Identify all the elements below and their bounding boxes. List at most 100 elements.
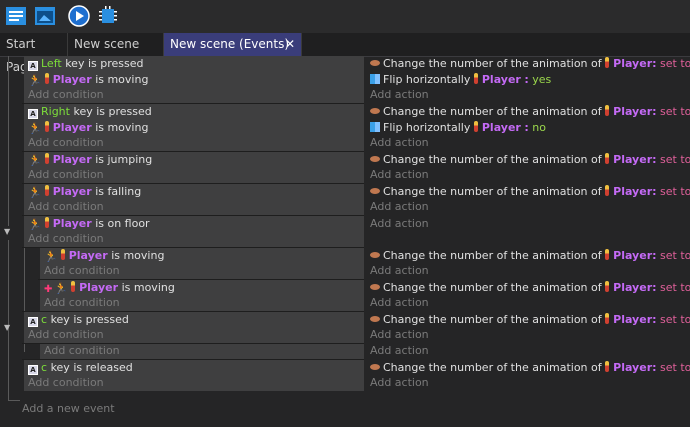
player-object-icon	[44, 185, 49, 196]
condition-text: key is pressed	[65, 57, 144, 70]
colon: :	[524, 73, 529, 86]
keyboard-key-icon: A	[28, 317, 38, 327]
player-object-icon	[605, 185, 610, 196]
operator: set to	[660, 361, 690, 374]
action-change-animation[interactable]: Change the number of the animation of Pl…	[370, 152, 690, 168]
collapse-arrow-icon[interactable]: ▼	[4, 227, 10, 236]
add-action-link[interactable]: Add action	[370, 343, 429, 359]
add-action-link[interactable]: Add action	[370, 199, 429, 215]
add-condition-link[interactable]: Add condition	[28, 199, 104, 215]
action-text: Change the number of the animation of	[383, 249, 602, 262]
add-action-link[interactable]: Add action	[370, 167, 429, 183]
action-text: Change the number of the animation of	[383, 105, 602, 118]
add-condition-link[interactable]: Add condition	[28, 167, 104, 183]
action-change-animation[interactable]: Change the number of the animation of Pl…	[370, 56, 690, 72]
operator: set to	[660, 153, 690, 166]
add-condition-link[interactable]: Add condition	[28, 231, 104, 247]
add-action-link[interactable]: Add action	[370, 135, 429, 151]
condition-player-moving[interactable]: 🏃 Player is moving	[44, 248, 164, 264]
add-action-link[interactable]: Add action	[370, 295, 429, 311]
add-action-link[interactable]: Add action	[370, 327, 429, 343]
event-jumping-conditions[interactable]: 🏃 Player is jumping Add condition	[24, 152, 364, 183]
add-action-link[interactable]: Add action	[370, 375, 429, 391]
condition-left-pressed[interactable]: A Left key is pressed	[28, 56, 143, 72]
subevent-empty-conditions[interactable]: Add condition	[40, 344, 364, 359]
action-change-animation[interactable]: Change the number of the animation of Pl…	[370, 104, 690, 120]
condition-player-moving[interactable]: 🏃 Player is moving	[28, 72, 148, 88]
condition-c-released[interactable]: Ac key is released	[28, 360, 133, 376]
condition-text: is moving	[111, 249, 165, 262]
player-object-icon	[44, 121, 49, 132]
add-condition-link[interactable]: Add condition	[44, 343, 120, 359]
action-flip-horizontal[interactable]: Flip horizontally Player : no	[370, 120, 546, 136]
condition-player-falling[interactable]: 🏃 Player is falling	[28, 184, 141, 200]
add-condition-link[interactable]: Add condition	[44, 295, 120, 311]
add-condition-link[interactable]: Add condition	[28, 87, 104, 103]
animation-eye-icon	[370, 252, 380, 258]
collapse-arrow-icon[interactable]: ▼	[4, 323, 10, 332]
scene-window-icon[interactable]	[33, 4, 57, 28]
condition-player-on-floor[interactable]: 🏃 Player is on floor	[28, 216, 150, 232]
object-name: Player	[68, 249, 108, 262]
tab-start-page[interactable]: Start Page	[0, 33, 68, 74]
animation-eye-icon	[370, 364, 380, 370]
close-tab-icon[interactable]: ✕	[285, 33, 295, 56]
event-falling-conditions[interactable]: 🏃 Player is falling Add condition	[24, 184, 364, 215]
player-object-icon	[44, 153, 49, 164]
player-object-icon	[605, 281, 610, 292]
play-preview-icon[interactable]	[67, 4, 91, 28]
tab-new-scene-events[interactable]: New scene (Events) ✕	[164, 33, 302, 56]
colon: :	[652, 249, 657, 262]
add-action-link[interactable]: Add action	[370, 216, 429, 232]
condition-player-jumping[interactable]: 🏃 Player is jumping	[28, 152, 152, 168]
player-object-icon	[605, 57, 610, 68]
animation-eye-icon	[370, 156, 380, 162]
action-change-animation[interactable]: Change the number of the animation of Pl…	[370, 184, 690, 200]
condition-text: key is pressed	[73, 105, 152, 118]
action-change-animation[interactable]: Change the number of the animation of Pl…	[370, 248, 690, 264]
action-text: Flip horizontally	[383, 121, 471, 134]
add-condition-link[interactable]: Add condition	[44, 263, 120, 279]
event-left-conditions[interactable]: A Left key is pressed 🏃 Player is moving A…	[24, 56, 364, 103]
event-on-floor-conditions[interactable]: 🏃 Player is on floor Add condition	[24, 216, 364, 247]
object-name: Player	[52, 73, 92, 86]
key-name: Left	[41, 57, 62, 70]
condition-text: is jumping	[95, 153, 153, 166]
add-condition-link[interactable]: Add condition	[28, 327, 104, 343]
add-condition-link[interactable]: Add condition	[28, 375, 104, 391]
key-name: c	[41, 313, 48, 326]
value: no	[532, 121, 546, 134]
add-condition-link[interactable]: Add condition	[28, 135, 104, 151]
tab-label: New scene (Events)	[170, 37, 290, 51]
event-c-released-conditions[interactable]: Ac key is released Add condition	[24, 360, 364, 391]
object-name: Player	[481, 121, 521, 134]
subevent-not-moving-conditions[interactable]: ✚ 🏃 Player is moving Add condition	[40, 280, 364, 311]
events-list-icon[interactable]	[4, 4, 28, 28]
action-change-animation[interactable]: Change the number of the animation of Pl…	[370, 312, 690, 328]
action-change-animation[interactable]: Change the number of the animation of Pl…	[370, 280, 690, 296]
events-sheet: ▼ ▼ A Left key is pressed 🏃 Player is movi…	[0, 56, 690, 427]
colon: :	[652, 153, 657, 166]
subevent-moving-conditions[interactable]: 🏃 Player is moving Add condition	[40, 248, 364, 279]
add-action-link[interactable]: Add action	[370, 87, 429, 103]
object-name: Player	[613, 361, 653, 374]
add-action-link[interactable]: Add action	[370, 263, 429, 279]
operator: set to	[660, 185, 690, 198]
event-right-conditions[interactable]: A Right key is pressed 🏃 Player is moving …	[24, 104, 364, 151]
event-c-pressed-conditions[interactable]: Ac key is pressed Add condition	[24, 312, 364, 343]
action-flip-horizontal[interactable]: Flip horizontally Player : yes	[370, 72, 551, 88]
action-change-animation[interactable]: Change the number of the animation of Pl…	[370, 360, 690, 376]
add-new-event-link[interactable]: Add a new event	[22, 401, 115, 417]
player-object-icon	[473, 73, 478, 84]
condition-right-pressed[interactable]: A Right key is pressed	[28, 104, 152, 120]
condition-c-pressed[interactable]: Ac key is pressed	[28, 312, 129, 328]
debugger-chip-icon[interactable]	[96, 4, 120, 28]
operator: set to	[660, 249, 690, 262]
object-name: Player	[52, 217, 92, 230]
condition-player-not-moving[interactable]: ✚ 🏃 Player is moving	[44, 280, 175, 296]
condition-player-moving[interactable]: 🏃 Player is moving	[28, 120, 148, 136]
player-object-icon	[605, 105, 610, 116]
tab-new-scene[interactable]: New scene	[68, 33, 164, 56]
tree-line	[8, 56, 9, 226]
key-name: c	[41, 361, 48, 374]
